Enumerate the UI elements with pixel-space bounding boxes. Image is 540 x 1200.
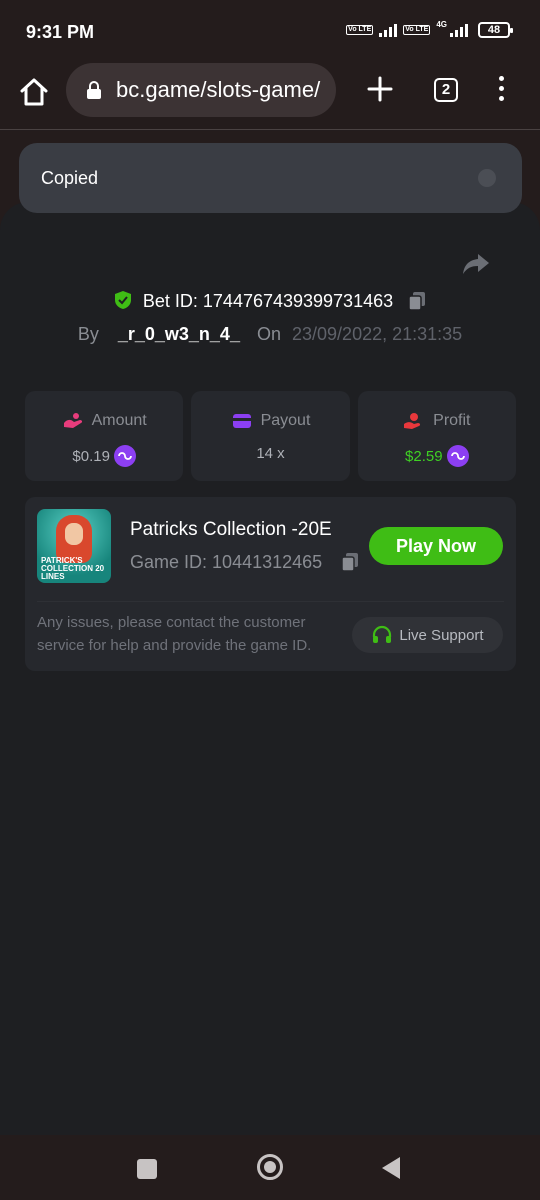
signal-icon [379,23,398,37]
signal-icon-2 [450,23,468,37]
share-icon[interactable] [462,252,490,276]
bet-id-row: Bet ID: 1744767439399731463 [0,290,540,312]
divider [37,601,504,602]
bet-id-value: 1744767439399731463 [202,291,394,311]
amount-value: $0.19 [72,447,110,465]
live-support-label: Live Support [399,626,484,644]
url-text: bc.game/slots-game/ [116,77,321,102]
home-circle-icon[interactable] [257,1154,283,1180]
stat-payout: Payout 14 x [191,391,350,481]
browser-toolbar: bc.game/slots-game/ 2 [0,63,540,130]
bet-stats: Amount $0.19 Payout 14 x Profit $2.59 [25,391,516,481]
payout-label: Payout [260,412,311,429]
back-icon[interactable] [382,1157,400,1179]
game-id-value: 10441312465 [212,552,323,572]
bet-date: 23/09/2022, 21:31:35 [292,324,463,344]
page-content: Copied Bet ID: 1744767439399731463 By _r… [0,131,540,1135]
bet-meta-row: By _r_0_w3_n_4_ On 23/09/2022, 21:31:35 [0,324,540,345]
profit-value: $2.59 [405,447,443,465]
copy-game-id-icon[interactable] [341,552,359,572]
recents-icon[interactable] [137,1159,157,1179]
game-id-label: Game ID: [130,552,208,572]
coin-icon-2 [446,445,469,467]
stat-amount: Amount $0.19 [25,391,184,481]
bet-detail-panel: Bet ID: 1744767439399731463 By _r_0_w3_n… [0,202,540,1135]
play-now-button[interactable]: Play Now [369,527,503,565]
headset-icon [373,625,392,643]
battery-icon: 48 [478,22,513,38]
copy-icon[interactable] [408,291,426,311]
address-bar[interactable]: bc.game/slots-game/ [66,63,336,117]
thumbnail-text: PATRICK'S COLLECTION 20 LINES [41,556,105,581]
network-type: 4G [436,19,447,29]
game-title: Patricks Collection -20E [130,519,332,540]
profit-icon [404,413,421,429]
status-icons: Vo LTE Vo LTE 4G 48 [346,19,513,38]
volte-icon: Vo LTE [346,25,374,35]
toast-message: Copied [41,168,99,188]
toast-close-icon[interactable] [478,169,496,187]
home-icon[interactable] [18,76,50,108]
more-menu-icon[interactable] [494,76,508,106]
coin-icon [113,445,136,467]
live-support-button[interactable]: Live Support [352,617,503,653]
copied-toast: Copied [19,143,522,213]
volte-icon-2: Vo LTE [403,25,431,35]
by-label: By [77,324,99,344]
help-text: Any issues, please contact the customer … [37,614,312,654]
system-nav-bar [0,1135,540,1200]
new-tab-icon[interactable] [366,75,394,103]
status-time: 9:31 PM [26,22,95,42]
stat-profit: Profit $2.59 [357,391,516,481]
amount-icon [63,413,82,428]
game-thumbnail[interactable]: PATRICK'S COLLECTION 20 LINES [37,509,111,583]
game-id-row: Game ID: 10441312465 [130,552,359,573]
on-label: On [256,324,281,344]
profit-label: Profit [433,412,471,429]
tab-count-button[interactable]: 2 [434,78,458,102]
status-bar: 9:31 PM Vo LTE Vo LTE 4G 48 [0,0,540,64]
shield-check-icon [114,291,131,309]
game-card: PATRICK'S COLLECTION 20 LINES Patricks C… [25,497,516,671]
lock-icon [87,81,101,99]
amount-label: Amount [91,412,147,429]
payout-value: 14 x [256,445,285,462]
username-link[interactable]: _r_0_w3_n_4_ [118,324,240,344]
payout-icon [232,414,251,428]
bet-id-label: Bet ID: [142,291,198,311]
